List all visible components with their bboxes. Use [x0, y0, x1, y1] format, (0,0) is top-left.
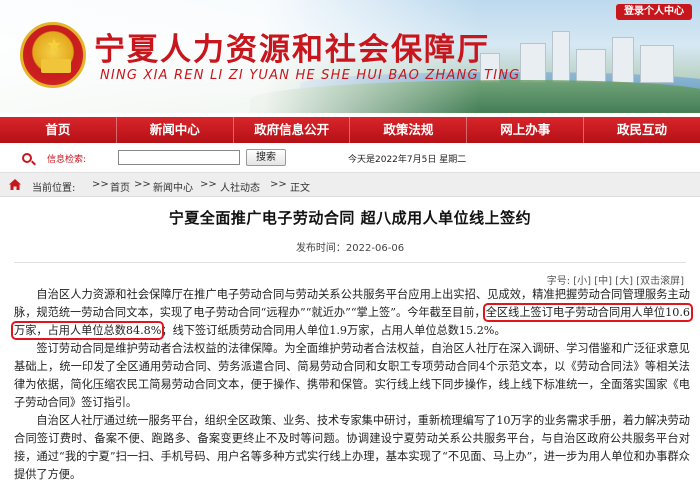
paragraph: 自治区人社厅通过统一服务平台，组织全区政策、业务、技术专家集中研讨，重新梳理编写… [14, 414, 690, 481]
search-button[interactable]: 搜索 [246, 149, 286, 166]
banner-building [520, 43, 546, 83]
breadcrumb-sep: >> [200, 179, 217, 190]
publish-time: 发布时间：2022-06-06 [295, 243, 405, 254]
search-bar: 信息检索: 搜索 今天是2022年7月5日 星期二 [0, 147, 700, 169]
divider [14, 262, 686, 263]
search-input[interactable] [118, 150, 240, 165]
site-pinyin: NING XIA REN LI ZI YUAN HE SHE HUI BAO Z… [100, 68, 521, 83]
banner-building [640, 45, 674, 83]
national-emblem-icon: ★ [20, 22, 86, 88]
banner-building [576, 49, 606, 83]
font-size-controls[interactable]: 字号: [小] [中] [大] [双击滚屏] [547, 272, 684, 287]
nav-item-gov-info[interactable]: 政府信息公开 [234, 117, 351, 143]
breadcrumb-label: 当前位置: [32, 183, 76, 194]
nav-item-home[interactable]: 首页 [0, 117, 117, 143]
login-personal-center-button[interactable]: 登录个人中心 [616, 4, 692, 20]
search-label: 信息检索: [47, 155, 87, 165]
paragraph: 自治区人力资源和社会保障厅在推广电子劳动合同与劳动关系公共服务平台应用上出实招、… [11, 288, 693, 340]
breadcrumb-sep: >> [92, 179, 109, 190]
breadcrumb-hr-news[interactable]: 人社动态 [220, 179, 260, 194]
paragraph: 签订劳动合同是维护劳动者合法权益的法律保障。为全面维护劳动者合法权益，自治区人社… [14, 342, 690, 409]
header-banner: ★ 宁夏人力资源和社会保障厅 NING XIA REN LI ZI YUAN H… [0, 0, 700, 113]
current-date: 今天是2022年7月5日 星期二 [348, 155, 467, 165]
nav-item-policy[interactable]: 政策法规 [350, 117, 468, 143]
breadcrumb-sep: >> [270, 179, 287, 190]
breadcrumb-current: 正文 [290, 183, 310, 194]
breadcrumb-sep: >> [134, 179, 151, 190]
breadcrumb-news[interactable]: 新闻中心 [153, 179, 193, 194]
main-nav: 首页 新闻中心 政府信息公开 政策法规 网上办事 政民互动 [0, 117, 700, 143]
nav-item-interaction[interactable]: 政民互动 [584, 117, 700, 143]
home-icon [9, 179, 21, 190]
breadcrumb: 当前位置: >> 首页 >> 新闻中心 >> 人社动态 >> 正文 [0, 172, 700, 197]
breadcrumb-home[interactable]: 首页 [110, 179, 130, 194]
banner-building [552, 31, 570, 83]
nav-item-news[interactable]: 新闻中心 [117, 117, 234, 143]
article-title: 宁夏全面推广电子劳动合同 超八成用人单位线上签约 [168, 209, 532, 227]
site-title[interactable]: 宁夏人力资源和社会保障厅 [94, 24, 490, 69]
banner-building [612, 37, 634, 83]
search-icon [22, 153, 32, 163]
article-body: 自治区人力资源和社会保障厅在推广电子劳动合同与劳动关系公共服务平台应用上出实招、… [11, 286, 693, 484]
nav-item-online-service[interactable]: 网上办事 [467, 117, 585, 143]
